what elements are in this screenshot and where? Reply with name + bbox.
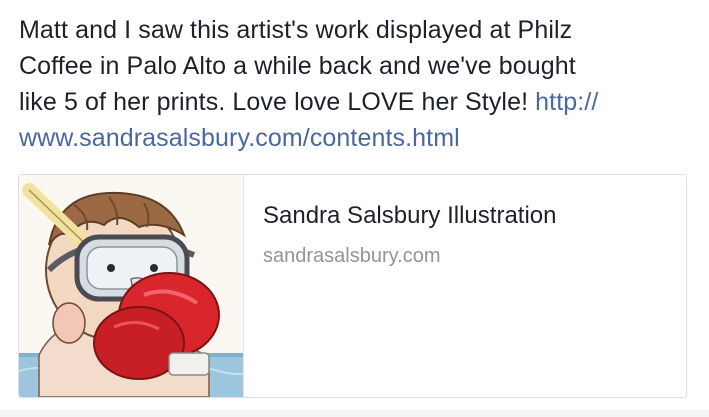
feed-separator (0, 410, 709, 417)
post-message: Matt and I saw this artist's work displa… (19, 12, 699, 156)
link-preview-card[interactable]: Sandra Salsbury Illustration sandrasalsb… (18, 174, 687, 398)
link-preview-domain: sandrasalsbury.com (263, 245, 441, 267)
post-text-line-3: like 5 of her prints. Love love LOVE her… (19, 88, 529, 116)
post-text-line-1: Matt and I saw this artist's work displa… (19, 16, 573, 44)
post-url-part-1[interactable]: http:// (535, 88, 598, 116)
link-preview-image[interactable] (19, 175, 244, 397)
post-text-line-2: Coffee in Palo Alto a while back and we'… (19, 52, 576, 80)
link-preview-title[interactable]: Sandra Salsbury Illustration (263, 201, 556, 231)
illustration-thumbnail-icon (19, 175, 243, 397)
post-url-part-2[interactable]: www.sandrasalsbury.com/contents.html (19, 124, 460, 152)
